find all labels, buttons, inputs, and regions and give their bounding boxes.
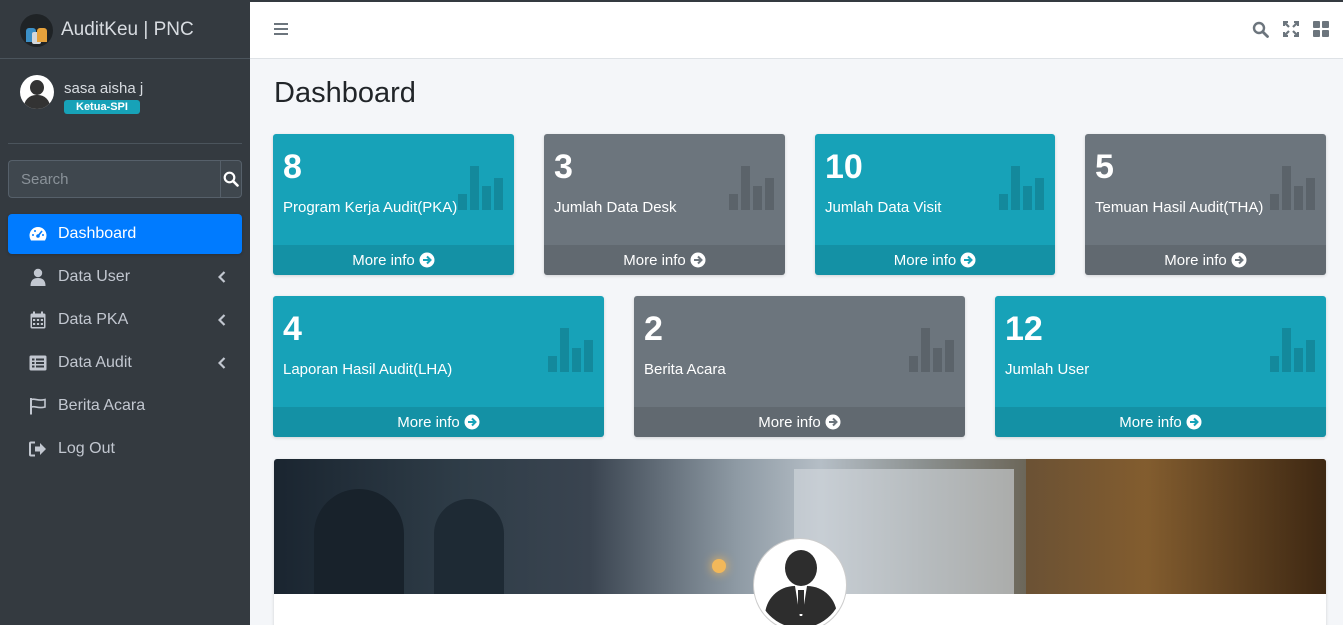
search-icon — [223, 171, 239, 187]
tachometer-icon — [28, 224, 48, 244]
sidebar-item-logout[interactable]: Log Out — [8, 429, 242, 469]
user-avatar — [20, 75, 54, 109]
sidebar-item-dashboard[interactable]: Dashboard — [8, 214, 242, 254]
more-info-label: More info — [397, 413, 460, 431]
calendar-icon — [28, 310, 48, 330]
box-value: 12 — [1005, 310, 1043, 348]
arrow-circle-right-icon — [825, 414, 841, 430]
sidebar: AuditKeu | PNC sasa aisha j Ketua-SPI Da… — [0, 2, 250, 625]
chevron-left-icon — [217, 356, 226, 374]
main-content: Dashboard 8 Program Kerja Audit(PKA) Mor… — [250, 59, 1343, 625]
sidebar-item-label: Data PKA — [58, 311, 129, 328]
fullscreen-icon[interactable] — [1282, 20, 1300, 43]
arrow-circle-right-icon — [1186, 414, 1202, 430]
sidebar-item-label: Data Audit — [58, 354, 132, 371]
box-label: Berita Acara — [644, 361, 726, 378]
box-label: Jumlah Data Visit — [825, 199, 942, 216]
sidebar-search — [8, 160, 242, 198]
control-sidebar-grid-icon[interactable] — [1313, 21, 1329, 43]
arrow-circle-right-icon — [960, 252, 976, 268]
small-box-visit: 10 Jumlah Data Visit More info — [815, 134, 1055, 275]
sign-out-icon — [28, 439, 48, 459]
box-value: 10 — [825, 148, 863, 186]
box-label: Jumlah User — [1005, 361, 1090, 378]
more-info-link[interactable]: More info — [273, 245, 514, 275]
box-label: Jumlah Data Desk — [554, 199, 677, 216]
more-info-label: More info — [352, 251, 415, 269]
sidebar-item-data-audit[interactable]: Data Audit — [8, 343, 242, 383]
bar-chart-icon — [909, 326, 955, 377]
arrow-circle-right-icon — [1231, 252, 1247, 268]
box-label: Laporan Hasil Audit(LHA) — [283, 361, 453, 378]
sidebar-item-data-pka[interactable]: Data PKA — [8, 300, 242, 340]
chevron-left-icon — [217, 313, 226, 331]
profile-widget-card — [274, 459, 1326, 625]
small-box-desk: 3 Jumlah Data Desk More info — [544, 134, 785, 275]
more-info-link[interactable]: More info — [634, 407, 965, 437]
list-icon — [28, 353, 48, 373]
chevron-left-icon — [217, 270, 226, 288]
sidebar-item-label: Log Out — [58, 440, 115, 457]
arrow-circle-right-icon — [464, 414, 480, 430]
more-info-link[interactable]: More info — [544, 245, 785, 275]
search-input[interactable] — [8, 160, 220, 198]
sidebar-item-label: Dashboard — [58, 225, 137, 242]
more-info-label: More info — [623, 251, 686, 269]
bar-chart-icon — [729, 164, 775, 215]
small-box-pka: 8 Program Kerja Audit(PKA) More info — [273, 134, 514, 275]
small-box-tha: 5 Temuan Hasil Audit(THA) More info — [1085, 134, 1326, 275]
sidebar-item-berita-acara[interactable]: Berita Acara — [8, 386, 242, 426]
more-info-label: More info — [758, 413, 821, 431]
box-value: 2 — [644, 310, 663, 348]
brand-title: AuditKeu | PNC — [61, 19, 194, 40]
profile-avatar — [754, 539, 846, 625]
arrow-circle-right-icon — [690, 252, 706, 268]
arrow-circle-right-icon — [419, 252, 435, 268]
more-info-label: More info — [1164, 251, 1227, 269]
sidebar-item-data-user[interactable]: Data User — [8, 257, 242, 297]
more-info-link[interactable]: More info — [273, 407, 604, 437]
box-value: 3 — [554, 148, 573, 186]
user-panel: sasa aisha j Ketua-SPI — [8, 59, 242, 144]
more-info-link[interactable]: More info — [995, 407, 1326, 437]
user-name[interactable]: sasa aisha j — [64, 80, 143, 97]
brand-logo — [20, 13, 53, 47]
small-box-berita-acara: 2 Berita Acara More info — [634, 296, 965, 437]
user-role-badge: Ketua-SPI — [64, 100, 140, 114]
hamburger-menu-icon[interactable] — [274, 22, 288, 40]
more-info-label: More info — [893, 251, 957, 269]
bar-chart-icon — [1270, 164, 1316, 215]
top-navbar — [250, 2, 1343, 59]
search-icon[interactable] — [1252, 21, 1269, 43]
sidebar-item-label: Data User — [58, 268, 131, 285]
box-label: Temuan Hasil Audit(THA) — [1095, 199, 1264, 216]
bar-chart-icon — [458, 164, 504, 215]
sidebar-nav: Dashboard Data User Data PKA Data Audit — [8, 214, 242, 469]
box-label: Program Kerja Audit(PKA) — [283, 199, 458, 216]
search-button[interactable] — [220, 160, 242, 198]
box-value: 4 — [283, 310, 302, 348]
bar-chart-icon — [999, 164, 1045, 215]
page-title: Dashboard — [274, 77, 416, 109]
bar-chart-icon — [1270, 326, 1316, 377]
box-value: 5 — [1095, 148, 1114, 186]
flag-icon — [28, 396, 48, 416]
small-box-user: 12 Jumlah User More info — [995, 296, 1326, 437]
small-box-lha: 4 Laporan Hasil Audit(LHA) More info — [273, 296, 604, 437]
bar-chart-icon — [548, 326, 594, 377]
more-info-link[interactable]: More info — [815, 245, 1055, 275]
sidebar-item-label: Berita Acara — [58, 397, 146, 414]
brand-link[interactable]: AuditKeu | PNC — [0, 2, 250, 59]
user-icon — [28, 267, 48, 287]
box-value: 8 — [283, 148, 302, 186]
more-info-label: More info — [1119, 413, 1182, 431]
more-info-link[interactable]: More info — [1085, 245, 1326, 275]
